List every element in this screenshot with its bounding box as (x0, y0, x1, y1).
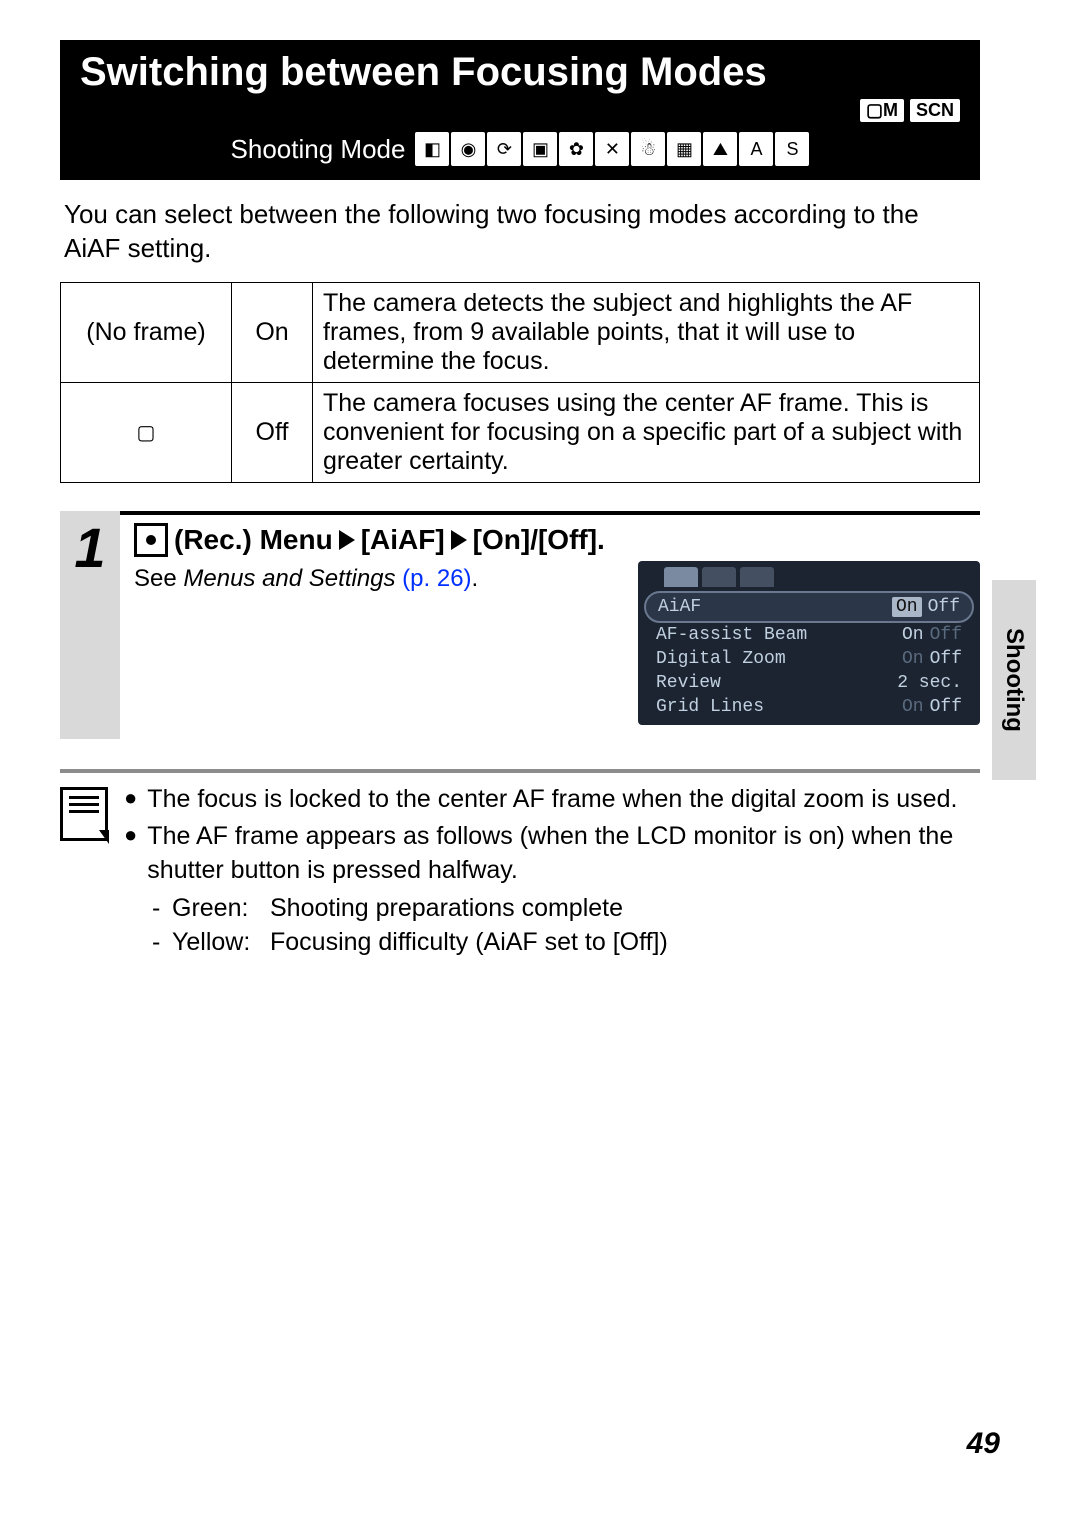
lcd-value-off: Off (930, 649, 962, 669)
mode-icon: ✿ (559, 132, 593, 166)
frame-cell: ▢ (61, 382, 232, 482)
lcd-tabs (644, 567, 974, 587)
intro-text: You can select between the following two… (64, 198, 976, 266)
lcd-row-afassist: AF-assist Beam On Off (644, 623, 974, 647)
lcd-value-off: Off (930, 625, 962, 645)
arrow-right-icon (339, 530, 355, 550)
header-bar: Switching between Focusing Modes ▢M SCN … (60, 40, 980, 180)
shooting-mode-label: Shooting Mode (231, 134, 406, 165)
step-title-onoff: [On]/[Off]. (473, 524, 605, 556)
desc-cell: The camera focuses using the center AF f… (313, 382, 980, 482)
lcd-tab-icon (702, 567, 736, 587)
note-item: ● The focus is locked to the center AF f… (124, 783, 980, 817)
lcd-row-digitalzoom: Digital Zoom On Off (644, 647, 974, 671)
lcd-row-label: AiAF (658, 597, 701, 617)
lcd-row-label: Review (656, 673, 721, 693)
lcd-value: 2 sec. (897, 673, 962, 693)
step-body: (Rec.) Menu [AiAF] [On]/[Off]. See Menus… (120, 511, 980, 739)
step-title-rec: (Rec.) Menu (174, 524, 333, 556)
mode-icon: ✕ (595, 132, 629, 166)
bullet-icon: ● (124, 820, 137, 888)
dash-icon: - (152, 926, 164, 960)
step-title: (Rec.) Menu [AiAF] [On]/[Off]. (134, 523, 980, 557)
note-sub-label: Yellow: (172, 926, 262, 960)
lcd-row-gridlines: Grid Lines On Off (644, 695, 974, 719)
mode-badge-om: ▢M (860, 99, 904, 122)
lcd-value-on: On (902, 625, 924, 645)
note-item: ● The AF frame appears as follows (when … (124, 820, 980, 888)
lcd-value-off: Off (930, 697, 962, 717)
table-row: (No frame) On The camera detects the sub… (61, 282, 980, 382)
mode-icon: ⛰ (703, 132, 737, 166)
desc-cell: The camera detects the subject and highl… (313, 282, 980, 382)
step-subtext: See Menus and Settings (p. 26). (134, 565, 478, 739)
mode-icon: A (739, 132, 773, 166)
mode-icon: S (775, 132, 809, 166)
page-number: 49 (967, 1427, 1000, 1461)
notes-block: ● The focus is locked to the center AF f… (60, 769, 980, 960)
see-suffix: . (472, 565, 479, 592)
page-title: Switching between Focusing Modes (80, 50, 960, 95)
step-title-aiaf: [AiAF] (361, 524, 445, 556)
step-number: 1 (60, 511, 120, 580)
bullet-icon: ● (124, 783, 137, 817)
corner-mode-badges: ▢M SCN (80, 99, 960, 122)
lcd-tab-icon (664, 567, 698, 587)
lcd-row-label: Digital Zoom (656, 649, 786, 669)
lcd-row-label: Grid Lines (656, 697, 764, 717)
side-tab-label: Shooting (1000, 628, 1028, 732)
note-sub-text: Focusing difficulty (AiAF set to [Off]) (270, 926, 668, 960)
dash-icon: - (152, 892, 164, 926)
mode-icon: ⟳ (487, 132, 521, 166)
lcd-tab-icon (740, 567, 774, 587)
see-prefix: See (134, 565, 183, 592)
lcd-value-off: Off (928, 597, 960, 617)
mode-badge-scn: SCN (910, 99, 960, 122)
note-sub-label: Green: (172, 892, 262, 926)
note-text: The AF frame appears as follows (when th… (147, 820, 980, 888)
lcd-value-on: On (902, 649, 924, 669)
side-tab-shooting: Shooting (992, 580, 1036, 780)
lcd-row-review: Review 2 sec. (644, 671, 974, 695)
state-cell: On (232, 282, 313, 382)
lcd-value-on: On (902, 697, 924, 717)
note-sub-text: Shooting preparations complete (270, 892, 623, 926)
mode-icon: ◧ (415, 132, 449, 166)
frame-cell: (No frame) (61, 282, 232, 382)
state-cell: Off (232, 382, 313, 482)
see-link[interactable]: (p. 26) (396, 565, 472, 592)
notes-list: ● The focus is locked to the center AF f… (124, 783, 980, 960)
notes-icon (60, 787, 108, 841)
note-text: The focus is locked to the center AF fra… (147, 783, 957, 817)
rec-menu-icon (134, 523, 168, 557)
lcd-row-aiaf: AiAF On Off (644, 591, 974, 623)
see-italic: Menus and Settings (183, 565, 395, 592)
arrow-right-icon (451, 530, 467, 550)
step-rail: 1 (60, 511, 120, 739)
lcd-value-on: On (892, 597, 922, 617)
note-subitem: - Yellow: Focusing difficulty (AiAF set … (152, 926, 980, 960)
focus-modes-table: (No frame) On The camera detects the sub… (60, 282, 980, 483)
mode-icon: ◉ (451, 132, 485, 166)
lcd-preview: AiAF On Off AF-assist Beam On Off (638, 561, 980, 725)
mode-icon: ▣ (523, 132, 557, 166)
table-row: ▢ Off The camera focuses using the cente… (61, 382, 980, 482)
shooting-mode-row: Shooting Mode ◧ ◉ ⟳ ▣ ✿ ✕ ☃ ▦ ⛰ A S (80, 132, 960, 166)
lcd-row-label: AF-assist Beam (656, 625, 807, 645)
mode-icon: ▦ (667, 132, 701, 166)
step-block: 1 (Rec.) Menu [AiAF] [On]/[Off]. See Men… (60, 511, 980, 739)
mode-icon: ☃ (631, 132, 665, 166)
note-subitem: - Green: Shooting preparations complete (152, 892, 980, 926)
shooting-mode-icons: ◧ ◉ ⟳ ▣ ✿ ✕ ☃ ▦ ⛰ A S (415, 132, 809, 166)
